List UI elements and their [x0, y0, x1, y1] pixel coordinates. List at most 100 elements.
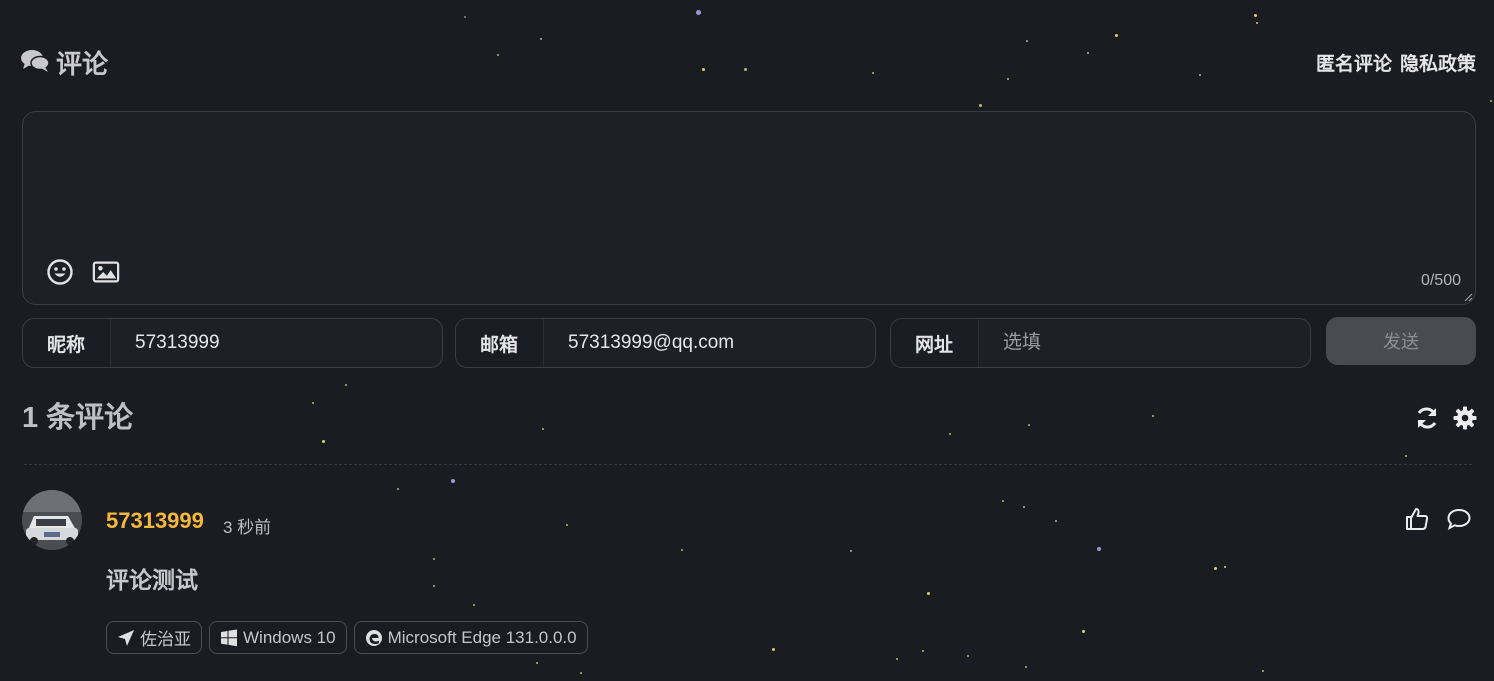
link-input[interactable]	[979, 319, 1310, 367]
star-dot	[1002, 500, 1004, 502]
os-text: Windows 10	[243, 627, 336, 647]
star-dot	[451, 479, 455, 483]
comment-author[interactable]: 57313999	[106, 508, 204, 534]
emoji-button[interactable]	[45, 258, 75, 286]
comment-meta-tags: 佐治亚 Windows 10 Microsoft Edge 131.0.0.0	[106, 621, 588, 654]
star-dot	[1055, 520, 1057, 522]
comments-divider	[24, 464, 1472, 465]
star-dot	[312, 402, 314, 404]
location-arrow-icon	[118, 629, 134, 646]
star-dot	[433, 558, 435, 560]
location-tag: 佐治亚	[106, 621, 202, 654]
star-dot	[536, 662, 538, 664]
star-dot	[1115, 34, 1118, 37]
comments-heading: 评论	[20, 44, 108, 81]
comment-textarea[interactable]	[23, 112, 1475, 242]
emoji-icon	[47, 259, 73, 285]
character-counter: 0/500	[1420, 272, 1461, 289]
os-tag: Windows 10	[209, 621, 347, 654]
thumbs-up-icon	[1406, 508, 1429, 530]
comment-content: 评论测试	[106, 567, 198, 593]
star-dot	[702, 68, 705, 71]
browser-text: Microsoft Edge 131.0.0.0	[387, 627, 577, 647]
star-dot	[397, 488, 399, 490]
star-dot	[1256, 22, 1258, 24]
star-dot	[922, 650, 924, 652]
car-avatar-icon	[22, 490, 82, 550]
star-dot	[1087, 52, 1089, 54]
star-dot	[1097, 547, 1101, 551]
comment-section: 评论 匿名评论 隐私政策 0/500 昵称 57313999 邮箱 573139…	[0, 0, 1494, 681]
windows-icon	[221, 629, 237, 646]
star-dot	[744, 68, 747, 71]
star-dot	[1262, 670, 1264, 672]
edge-browser-icon	[365, 629, 382, 646]
comment-editor: 0/500	[22, 111, 1476, 305]
anonymous-comment-link[interactable]: 匿名评论	[1316, 49, 1392, 76]
comments-title: 评论	[56, 49, 109, 79]
star-dot	[464, 16, 466, 18]
star-dot	[1214, 567, 1217, 570]
star-dot	[1224, 566, 1226, 568]
star-dot	[497, 54, 499, 56]
star-dot	[580, 672, 582, 674]
mail-label: 邮箱	[456, 319, 544, 367]
star-dot	[322, 440, 325, 443]
star-dot	[1007, 78, 1009, 80]
star-dot	[1082, 630, 1085, 633]
comment-time: 3 秒前	[223, 518, 272, 537]
nick-input[interactable]	[111, 319, 442, 367]
star-dot	[927, 592, 930, 595]
reply-button[interactable]	[1446, 506, 1472, 537]
header-links: 匿名评论 隐私政策	[1316, 49, 1476, 76]
avatar[interactable]	[22, 490, 82, 550]
nick-label: 昵称	[23, 319, 111, 367]
comment-actions	[1404, 506, 1472, 537]
refresh-button[interactable]	[1414, 405, 1440, 436]
star-dot	[872, 72, 874, 74]
star-dot	[345, 384, 347, 386]
star-dot	[1254, 14, 1257, 17]
star-dot	[1152, 415, 1154, 417]
link-label: 网址	[891, 319, 979, 367]
star-dot	[1025, 666, 1027, 668]
star-dot	[1405, 455, 1407, 457]
settings-button[interactable]	[1452, 405, 1478, 436]
image-upload-button[interactable]	[91, 258, 121, 286]
star-dot	[433, 585, 435, 587]
star-dot	[540, 38, 542, 40]
star-dot	[850, 550, 852, 552]
star-dot	[473, 604, 475, 606]
star-dot	[1199, 74, 1201, 76]
comment-list-actions	[1414, 405, 1478, 436]
like-button[interactable]	[1404, 506, 1430, 537]
location-text: 佐治亚	[140, 630, 191, 649]
star-dot	[896, 658, 898, 660]
refresh-icon	[1417, 407, 1437, 429]
star-dot	[949, 433, 951, 435]
browser-tag: Microsoft Edge 131.0.0.0	[353, 621, 588, 654]
privacy-policy-link[interactable]: 隐私政策	[1400, 49, 1476, 76]
star-dot	[979, 104, 982, 107]
send-button[interactable]: 发送	[1326, 317, 1476, 365]
mail-input[interactable]	[544, 319, 875, 367]
star-dot	[1026, 40, 1028, 42]
comments-bubble-icon	[20, 47, 50, 78]
nick-field: 昵称	[22, 318, 443, 368]
star-dot	[566, 524, 568, 526]
star-dot	[696, 10, 701, 15]
mail-field: 邮箱	[455, 318, 876, 368]
star-dot	[772, 648, 775, 651]
star-dot	[1023, 506, 1025, 508]
star-dot	[1028, 424, 1030, 426]
link-field: 网址	[890, 318, 1311, 368]
comment-count: 1 条评论	[22, 402, 134, 434]
image-icon	[92, 261, 120, 283]
resize-grip-icon[interactable]	[1463, 292, 1473, 302]
star-dot	[967, 655, 969, 657]
star-dot	[681, 549, 683, 551]
reply-bubble-icon	[1447, 508, 1471, 531]
star-dot	[1490, 100, 1492, 102]
star-dot	[542, 428, 544, 430]
settings-icon	[1453, 406, 1477, 430]
